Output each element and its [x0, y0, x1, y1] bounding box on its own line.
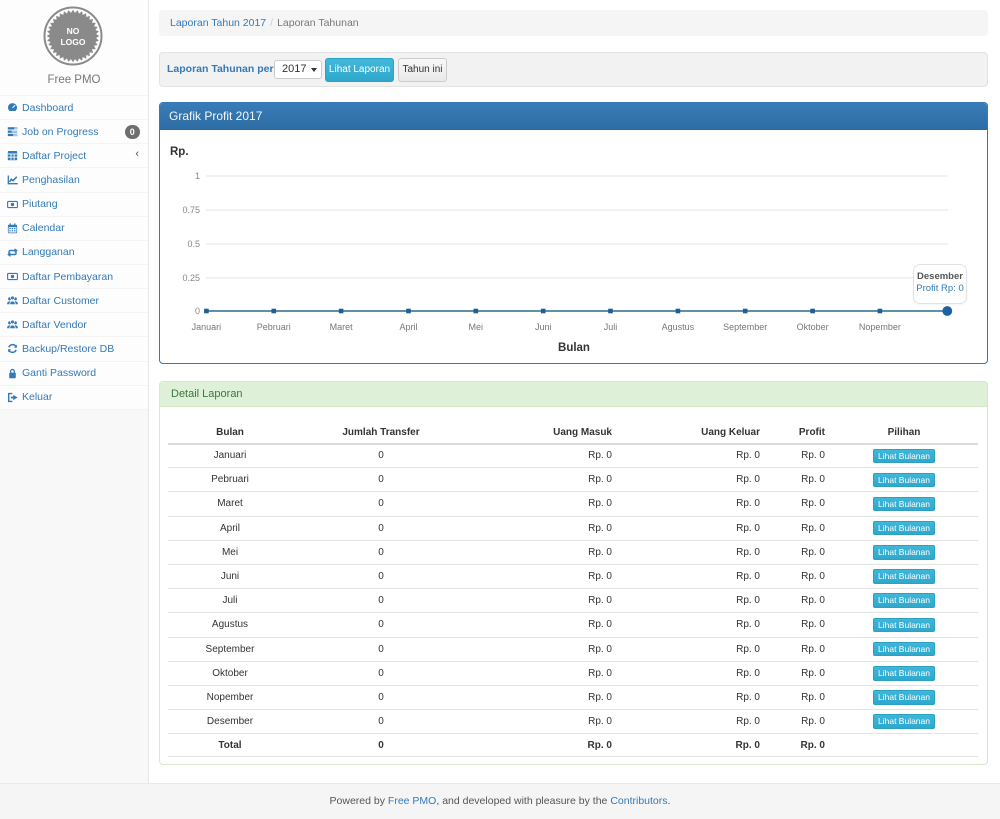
svg-text:NO: NO — [67, 26, 80, 36]
svg-text:Rp.: Rp. — [170, 146, 189, 158]
svg-text:LOGO: LOGO — [60, 37, 85, 47]
svg-text:Juni: Juni — [535, 322, 552, 332]
svg-text:0.75: 0.75 — [182, 205, 200, 215]
svg-text:Pebruari: Pebruari — [257, 322, 291, 332]
svg-text:Juli: Juli — [604, 322, 618, 332]
svg-text:Nopember: Nopember — [859, 322, 901, 332]
svg-text:Oktober: Oktober — [797, 322, 829, 332]
svg-text:1: 1 — [195, 171, 200, 181]
svg-text:Mei: Mei — [469, 322, 484, 332]
svg-text:Maret: Maret — [330, 322, 354, 332]
svg-text:April: April — [399, 322, 417, 332]
svg-text:0.25: 0.25 — [182, 273, 200, 283]
svg-text:Bulan: Bulan — [558, 342, 590, 354]
svg-text:September: September — [723, 322, 767, 332]
svg-text:0.5: 0.5 — [187, 239, 200, 249]
svg-text:Agustus: Agustus — [662, 322, 695, 332]
svg-text:0: 0 — [195, 306, 200, 316]
svg-text:Januari: Januari — [192, 322, 222, 332]
